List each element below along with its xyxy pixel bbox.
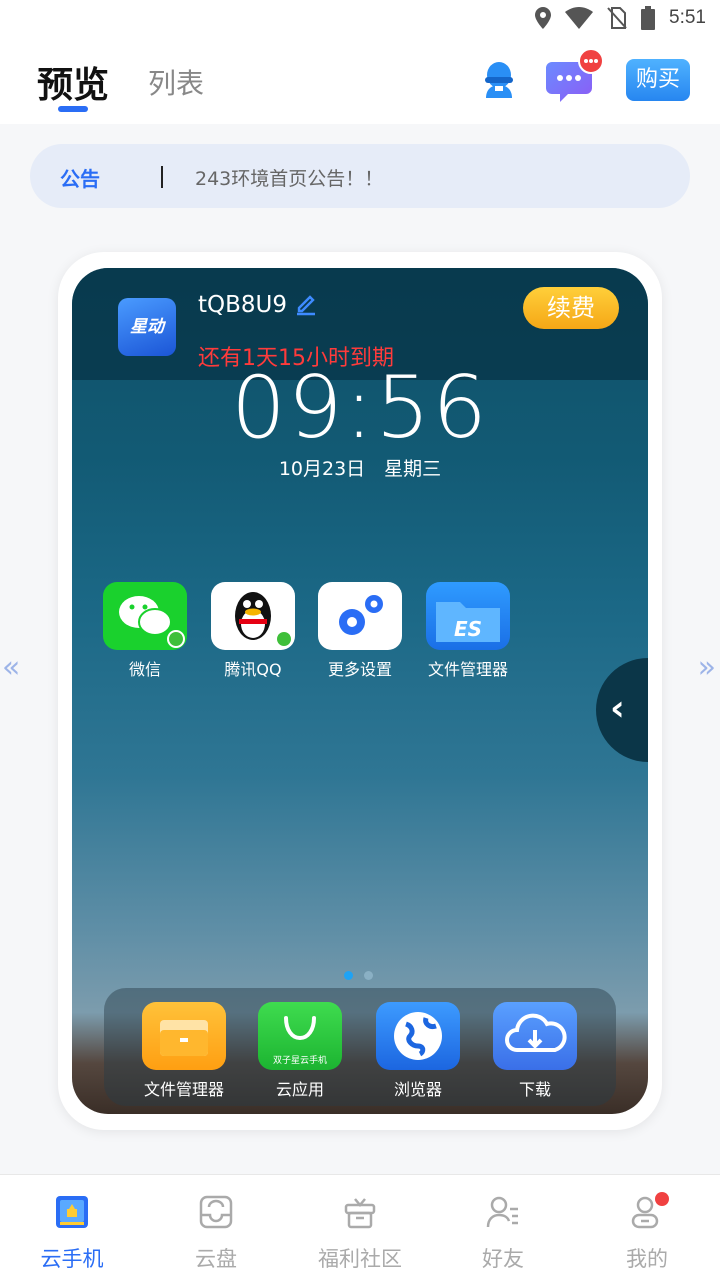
app-more-settings[interactable]: 更多设置 (306, 582, 414, 680)
no-sim-icon (607, 7, 627, 29)
app-es-file-manager[interactable]: ES 文件管理器 (414, 582, 522, 680)
announcement-bar[interactable]: 公告 243环境首页公告！！ (30, 144, 690, 208)
device-name: tQB8U9 (198, 292, 288, 318)
lockscreen-date: 10月23日 星期三 (278, 458, 442, 480)
renew-button[interactable]: 续费 (523, 287, 619, 329)
next-device-arrow-icon[interactable]: » (698, 650, 716, 685)
page-dot-active (344, 971, 353, 980)
customer-service-icon[interactable] (482, 60, 516, 100)
home-apps-row: 微信 腾讯QQ 更多设置 ES 文件管理器 (72, 582, 648, 682)
app-label: 腾讯QQ (224, 660, 282, 679)
status-time: 5:51 (669, 7, 706, 28)
nav-label: 好友 (482, 1247, 524, 1271)
tab-list[interactable]: 列表 (148, 62, 204, 102)
dock-label: 文件管理器 (143, 1080, 224, 1099)
dock-browser[interactable]: 浏览器 (364, 1002, 472, 1100)
dock-cloud-app[interactable]: 双子星云手机 云应用 (246, 1002, 354, 1100)
announcement-text: 243环境首页公告！！ (195, 168, 384, 190)
qq-icon (211, 582, 295, 650)
nav-welfare-community[interactable]: 福利社区 (300, 1195, 420, 1273)
download-badge-icon (275, 630, 293, 648)
browser-icon (376, 1002, 460, 1070)
friends-icon (486, 1196, 518, 1228)
nav-label: 云盘 (195, 1247, 237, 1271)
app-dock: 文件管理器 双子星云手机 云应用 浏览器 下载 (104, 988, 616, 1106)
cloud-app-icon: 双子星云手机 (258, 1002, 342, 1070)
gift-box-icon (344, 1198, 376, 1229)
dock-download[interactable]: 下载 (481, 1002, 589, 1100)
app-wechat[interactable]: 微信 (91, 582, 199, 680)
app-label: 文件管理器 (427, 660, 508, 679)
chevron-left-icon: ‹ (610, 688, 625, 729)
buy-button[interactable]: 购买 (626, 59, 690, 101)
tab-preview[interactable]: 预览 (37, 56, 109, 108)
status-bar: 5:51 (0, 0, 720, 36)
tab-active-indicator (58, 106, 88, 112)
dock-file-manager[interactable]: 文件管理器 (130, 1002, 238, 1100)
nav-label: 云手机 (40, 1247, 104, 1271)
dock-label: 云应用 (275, 1080, 324, 1099)
prev-device-arrow-icon[interactable]: « (2, 650, 20, 685)
nav-cloud-phone[interactable]: 云手机 (12, 1195, 132, 1273)
cloud-download-icon (493, 1002, 577, 1070)
wechat-icon (103, 582, 187, 650)
announcement-divider (161, 166, 163, 188)
nav-cloud-disk[interactable]: 云盘 (156, 1195, 276, 1273)
nav-label: 福利社区 (318, 1247, 402, 1271)
es-file-icon: ES (426, 582, 510, 650)
battery-icon (641, 6, 656, 30)
page-indicator (344, 965, 379, 984)
app-label: 更多设置 (327, 660, 392, 679)
message-badge (578, 48, 604, 74)
wifi-icon (565, 7, 594, 29)
cloud-disk-icon (199, 1195, 233, 1229)
folder-icon (142, 1002, 226, 1070)
download-badge-icon (167, 630, 185, 648)
app-logo: 星动 (118, 298, 176, 356)
app-label: 微信 (128, 660, 161, 679)
app-qq[interactable]: 腾讯QQ (199, 582, 307, 680)
dock-label: 浏览器 (393, 1080, 442, 1099)
svg-text:ES: ES (454, 617, 482, 641)
cloud-app-caption: 双子星云手机 (272, 1056, 327, 1066)
page-dot (364, 971, 374, 980)
mine-notification-badge (655, 1192, 669, 1206)
device-screen[interactable]: 星动 tQB8U9 续费 还有1天15小时到期 09:56 10月23日 星期三… (72, 268, 648, 1114)
top-header: 预览 列表 购买 (0, 36, 720, 124)
lockscreen-clock: 09:56 (231, 358, 489, 458)
dock-label: 下载 (518, 1080, 551, 1099)
announcement-label: 公告 (60, 167, 100, 191)
settings-gears-icon (318, 582, 402, 650)
nav-label: 我的 (626, 1247, 668, 1271)
status-icons: 5:51 (535, 6, 706, 30)
cloud-phone-icon (56, 1196, 88, 1228)
bottom-nav: 云手机 云盘 福利社区 好友 我的 (0, 1174, 720, 1280)
nav-mine[interactable]: 我的 (587, 1195, 707, 1273)
location-icon (535, 7, 552, 29)
edit-name-icon[interactable] (295, 292, 317, 316)
more-dots-icon (584, 59, 598, 63)
nav-friends[interactable]: 好友 (443, 1195, 563, 1273)
